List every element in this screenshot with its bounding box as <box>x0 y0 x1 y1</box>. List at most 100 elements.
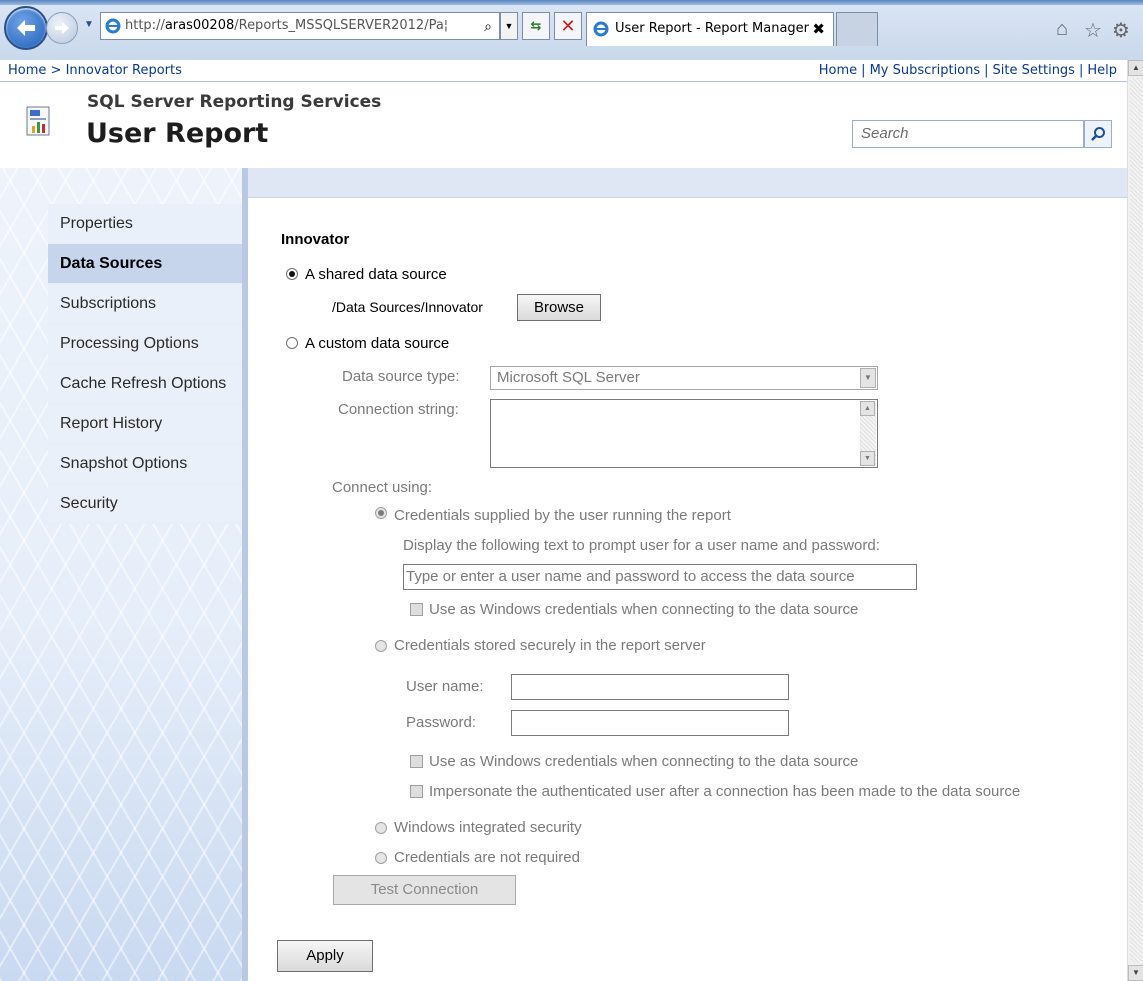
browser-toolbar: ▼ http://aras00208/Reports_MSSQLSERVER20… <box>0 0 1143 60</box>
windows-integrated-label: Windows integrated security <box>394 819 582 836</box>
page-scrollbar[interactable]: ▲ ▼ <box>1127 60 1143 981</box>
breadcrumb-bar: Home > Innovator Reports Home | My Subscri… <box>0 60 1127 82</box>
url-host: aras00208 <box>164 18 235 33</box>
username-input[interactable] <box>511 674 789 700</box>
dropdown-arrow-icon: ▼ <box>860 368 876 388</box>
top-link-site-settings[interactable]: Site Settings <box>993 63 1075 78</box>
top-link-separator: | <box>1078 63 1084 78</box>
history-dropdown-icon[interactable]: ▼ <box>82 18 96 32</box>
search-input[interactable]: Search <box>852 120 1084 148</box>
password-input[interactable] <box>511 710 789 736</box>
ie-tab-icon <box>593 21 609 37</box>
back-arrow-icon <box>17 20 35 36</box>
connection-string-textarea[interactable]: ▲ ▼ <box>490 399 878 468</box>
data-source-type-value: Microsoft SQL Server <box>497 369 640 386</box>
sidebar-menu: Properties Data Sources Subscriptions Pr… <box>48 204 242 524</box>
textarea-scroll-up-icon[interactable]: ▲ <box>860 401 875 416</box>
sidebar-item-snapshot-options[interactable]: Snapshot Options <box>48 444 242 484</box>
ie-page-icon <box>105 18 121 34</box>
use-windows-checkbox-1[interactable] <box>410 603 423 616</box>
cred-stored-radio[interactable] <box>375 640 387 652</box>
top-link-my-subscriptions[interactable]: My Subscriptions <box>870 63 981 78</box>
search-button[interactable] <box>1084 120 1112 148</box>
impersonate-label: Impersonate the authenticated user after… <box>429 783 1021 800</box>
sidebar-item-data-sources[interactable]: Data Sources <box>48 244 242 284</box>
top-link-help[interactable]: Help <box>1087 63 1117 78</box>
prompt-text-value: Type or enter a user name and password t… <box>406 568 855 585</box>
prompt-text-label: Display the following text to prompt use… <box>403 537 880 554</box>
textarea-scrollbar[interactable]: ▲ ▼ <box>860 401 876 466</box>
windows-integrated-radio[interactable] <box>375 822 387 834</box>
report-icon <box>26 106 50 136</box>
scroll-down-icon[interactable]: ▼ <box>1128 965 1143 981</box>
test-connection-button[interactable]: Test Connection <box>333 875 516 905</box>
sidebar: Properties Data Sources Subscriptions Pr… <box>0 168 242 981</box>
shared-source-radio[interactable] <box>286 268 298 280</box>
home-icon[interactable]: ⌂ <box>1056 18 1068 41</box>
data-source-type-label: Data source type: <box>342 368 460 385</box>
address-dropdown-icon[interactable]: ▼ <box>500 12 518 40</box>
sidebar-item-subscriptions[interactable]: Subscriptions <box>48 284 242 324</box>
custom-source-label: A custom data source <box>305 335 450 352</box>
shared-source-path: /Data Sources/Innovator <box>332 299 483 315</box>
browse-button[interactable]: Browse <box>517 294 601 321</box>
window-title-strip <box>0 0 1143 5</box>
sidebar-item-processing-options[interactable]: Processing Options <box>48 324 242 364</box>
scroll-track[interactable] <box>1130 78 1142 963</box>
compatibility-view-icon[interactable]: ⇆ <box>522 12 550 40</box>
address-search-icon[interactable]: ⌕ <box>477 14 499 38</box>
sidebar-divider <box>242 168 248 981</box>
top-link-separator: | <box>861 63 866 78</box>
new-tab-button[interactable] <box>836 12 878 46</box>
not-required-label: Credentials are not required <box>394 849 580 866</box>
stop-icon[interactable]: ✕ <box>554 12 582 40</box>
forward-button[interactable] <box>46 12 78 44</box>
breadcrumb-home-link[interactable]: Home <box>8 63 46 78</box>
back-button[interactable] <box>4 6 48 50</box>
breadcrumb-current-link[interactable]: Innovator Reports <box>66 63 182 78</box>
search-icon <box>1091 127 1105 141</box>
address-bar[interactable]: http://aras00208/Reports_MSSQLSERVER2012… <box>100 12 500 40</box>
use-windows-label-2: Use as Windows credentials when connecti… <box>429 753 859 770</box>
product-name: SQL Server Reporting Services <box>87 92 382 112</box>
not-required-radio[interactable] <box>375 852 387 864</box>
cred-user-label: Credentials supplied by the user running… <box>394 507 731 524</box>
url-prefix: http:// <box>125 18 165 33</box>
tools-gear-icon[interactable]: ⚙ <box>1112 18 1130 43</box>
browser-tab[interactable]: User Report - Report Manager ✖ <box>586 12 834 46</box>
impersonate-checkbox[interactable] <box>410 785 423 798</box>
apply-button[interactable]: Apply <box>277 940 373 972</box>
custom-source-radio[interactable] <box>286 337 298 349</box>
sidebar-item-security[interactable]: Security <box>48 484 242 524</box>
breadcrumb-separator: > <box>50 63 62 78</box>
top-link-home[interactable]: Home <box>819 63 857 78</box>
top-link-separator: | <box>984 63 989 78</box>
prompt-text-input[interactable]: Type or enter a user name and password t… <box>403 564 917 590</box>
page-title: User Report <box>86 118 269 149</box>
textarea-scroll-down-icon[interactable]: ▼ <box>860 451 875 466</box>
breadcrumb: Home > Innovator Reports <box>8 60 182 82</box>
tab-title: User Report - Report Manager <box>615 21 810 36</box>
sidebar-item-cache-refresh-options[interactable]: Cache Refresh Options <box>48 364 242 404</box>
tab-close-icon[interactable]: ✖ <box>812 13 825 45</box>
favorites-star-icon[interactable]: ☆ <box>1084 18 1102 43</box>
data-source-type-select[interactable]: Microsoft SQL Server ▼ <box>490 366 878 390</box>
connection-string-label: Connection string: <box>338 401 459 418</box>
username-label: User name: <box>406 678 484 695</box>
url-path: /Reports_MSSQLSERVER2012/Pa¦ <box>234 18 449 33</box>
sidebar-item-report-history[interactable]: Report History <box>48 404 242 444</box>
use-windows-label-1: Use as Windows credentials when connecti… <box>429 601 859 618</box>
sidebar-item-properties[interactable]: Properties <box>48 204 242 244</box>
shared-source-label: A shared data source <box>305 266 447 283</box>
connect-using-label: Connect using: <box>332 479 433 496</box>
section-title: Innovator <box>281 231 350 248</box>
forward-arrow-icon <box>55 22 69 34</box>
page-header: SQL Server Reporting Services User Repor… <box>0 82 1127 168</box>
top-links: Home | My Subscriptions | Site Settings | Help <box>819 60 1117 82</box>
cred-user-radio[interactable] <box>375 507 387 519</box>
scroll-up-icon[interactable]: ▲ <box>1128 60 1143 76</box>
password-label: Password: <box>406 714 477 731</box>
content-header-strip <box>248 168 1127 198</box>
use-windows-checkbox-2[interactable] <box>410 755 423 768</box>
cred-stored-label: Credentials stored securely in the repor… <box>394 637 706 654</box>
